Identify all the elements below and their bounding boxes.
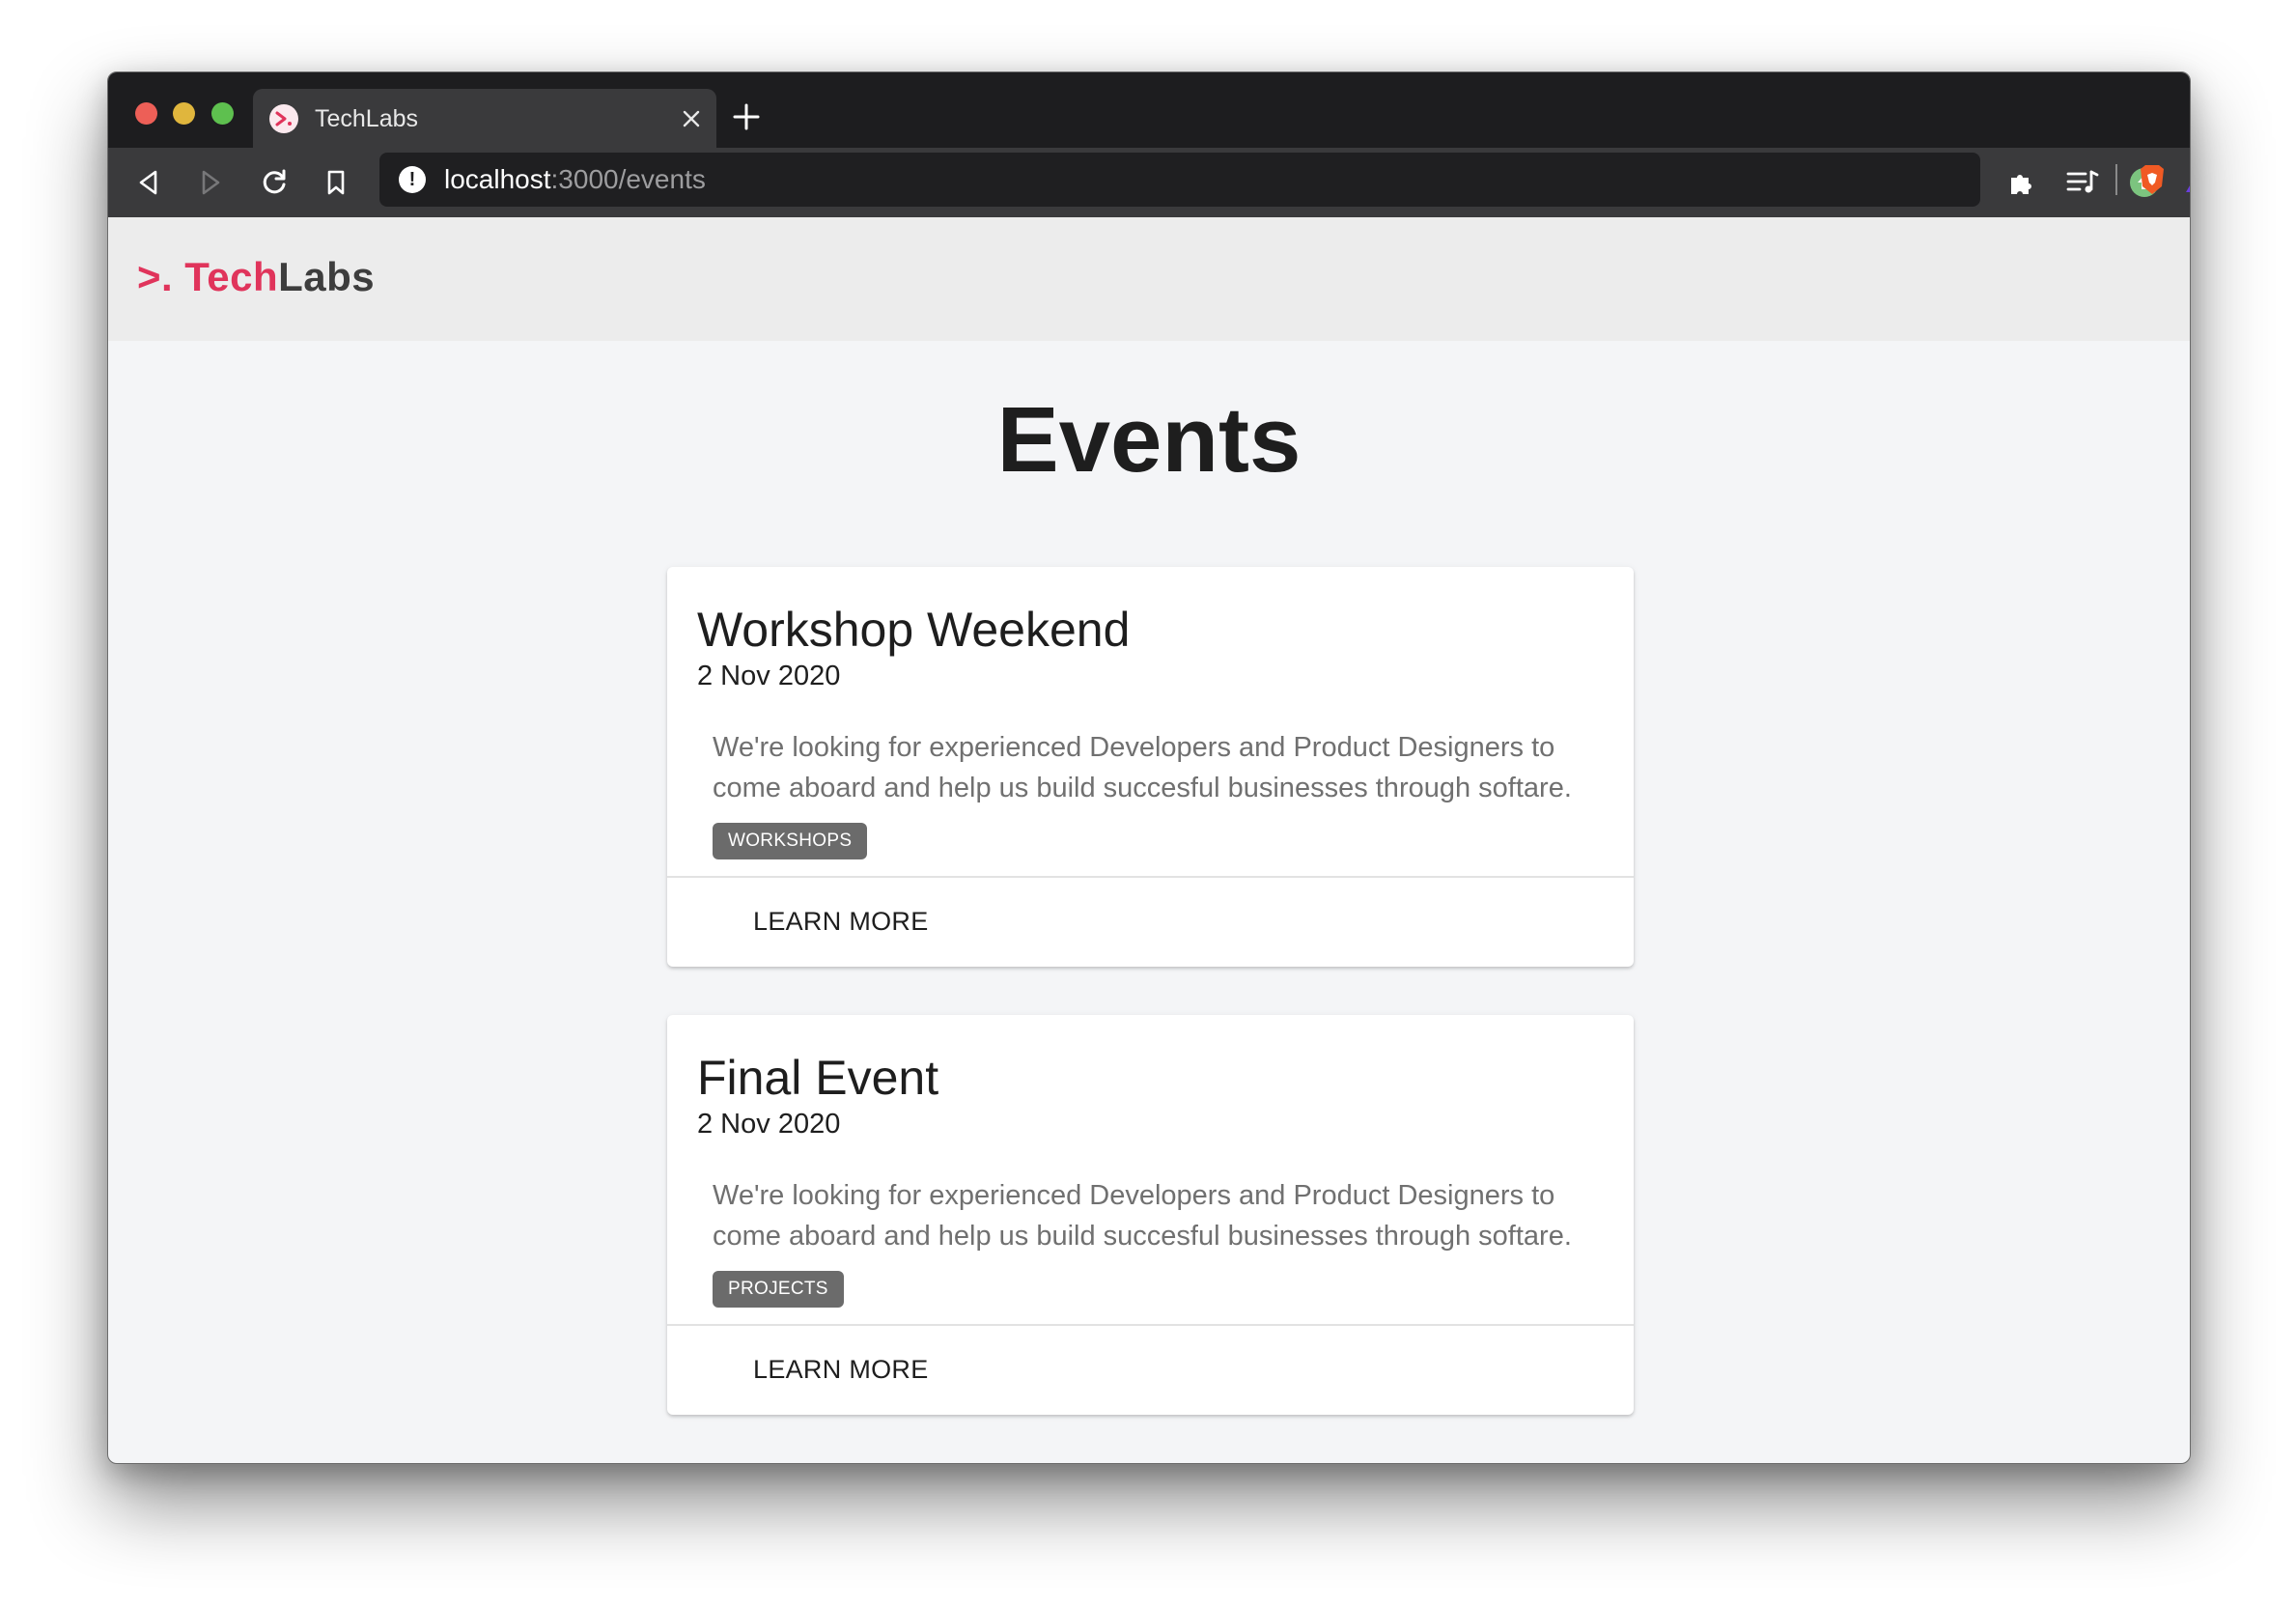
address-bar[interactable]: ! localhost:3000/events [379,153,2190,207]
site-info-icon[interactable]: ! [399,166,426,193]
media-playlist-icon[interactable] [2064,164,2101,201]
url-path: :3000/events [550,164,706,194]
logo-tech: Tech [184,254,279,299]
event-description: We're looking for experienced Developers… [713,1180,1572,1252]
address-url[interactable]: localhost:3000/events [444,165,706,194]
tab-strip: TechLabs [108,72,2190,148]
techlabs-logo[interactable]: >. TechLabs [137,254,375,300]
address-bar-divider [2115,164,2117,195]
tab-title: TechLabs [315,105,419,132]
maximize-window-icon[interactable] [211,102,234,125]
url-host: localhost [444,164,551,194]
minimize-window-icon[interactable] [173,102,195,125]
event-description: We're looking for experienced Developers… [713,732,1572,803]
event-tag: WORKSHOPS [713,823,868,859]
back-icon[interactable] [130,164,167,201]
event-date: 2 Nov 2020 [697,1109,841,1140]
techlabs-favicon-icon [269,104,298,133]
page-title: Events [996,388,1302,492]
event-card: Final Event 2 Nov 2020 We're looking for… [667,1015,1634,1415]
learn-more-button[interactable]: LEARN MORE [724,1343,958,1395]
reload-icon[interactable] [256,164,293,201]
event-card: Workshop Weekend 2 Nov 2020 We're lookin… [667,567,1634,967]
brave-shields-icon[interactable] [2135,162,2170,197]
tab-techlabs[interactable]: TechLabs [253,89,716,148]
extensions-icon[interactable] [2002,164,2039,201]
card-divider [667,1324,1634,1326]
site-header: >. TechLabs [108,217,2190,341]
event-title: Workshop Weekend [697,603,1131,657]
event-title: Final Event [697,1051,939,1105]
learn-more-button[interactable]: LEARN MORE [724,895,958,947]
close-tab-icon[interactable] [676,103,707,134]
new-tab-icon[interactable] [730,100,763,133]
event-tag: PROJECTS [713,1271,844,1308]
close-window-icon[interactable] [135,102,157,125]
browser-window: TechLabs ! localhost:3000/events >. Tech… [107,71,2191,1464]
bookmark-icon[interactable] [318,164,354,201]
event-date: 2 Nov 2020 [697,661,841,691]
logo-labs: Labs [278,254,376,299]
card-divider [667,876,1634,878]
brave-rewards-icon[interactable] [2183,162,2190,197]
logo-prompt: >. [137,254,174,299]
forward-icon[interactable] [192,164,229,201]
